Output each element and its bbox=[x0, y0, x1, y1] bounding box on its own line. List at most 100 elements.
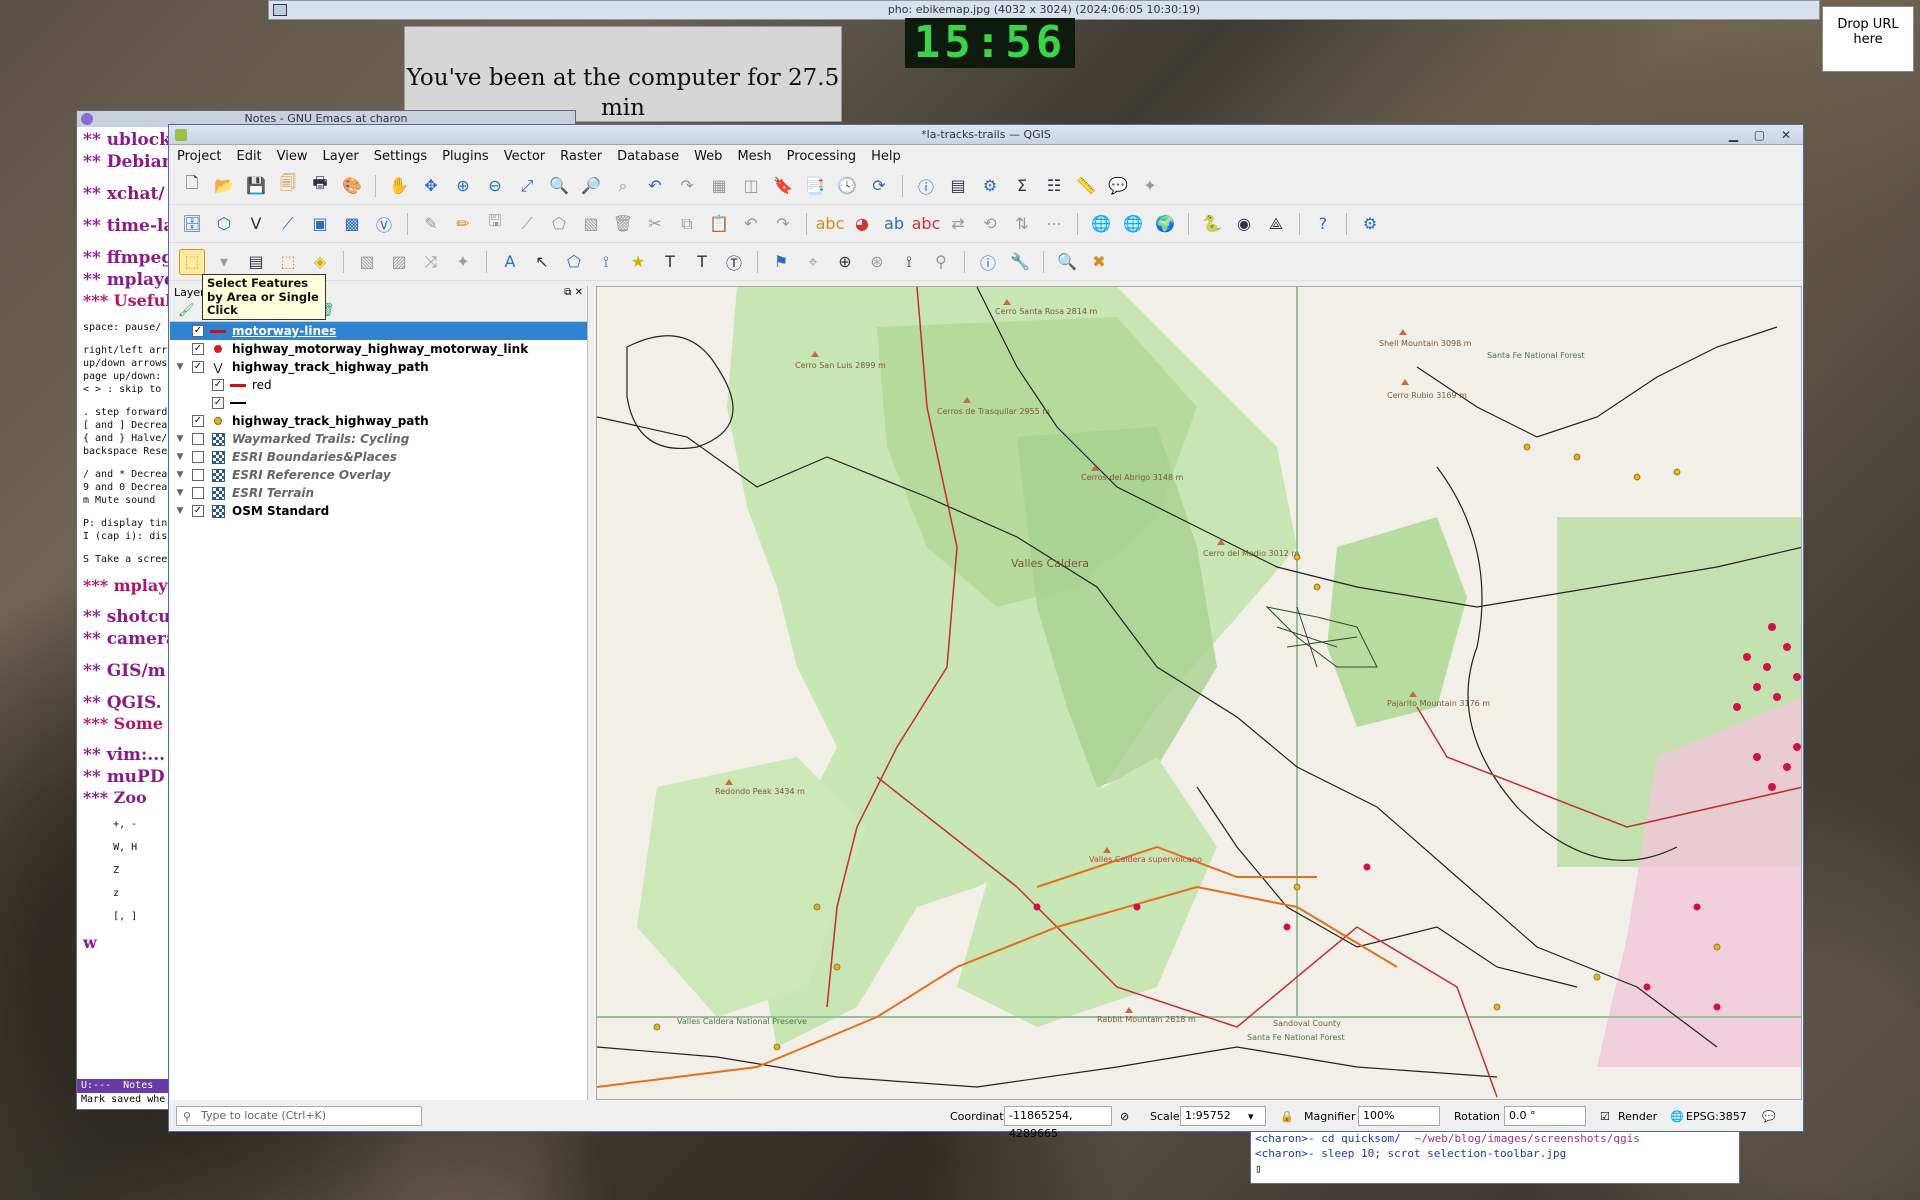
layer-visibility-checkbox[interactable]: ✓ bbox=[192, 343, 204, 355]
qgis-titlebar[interactable]: *la-tracks-trails — QGIS ▁ ▢ ✕ bbox=[169, 125, 1803, 145]
zoom-full-icon[interactable]: ⤢ bbox=[514, 173, 540, 199]
dropdown-arrow-icon[interactable]: ▾ bbox=[211, 249, 237, 275]
save-project-icon[interactable]: 💾 bbox=[243, 173, 269, 199]
toolbox-icon[interactable]: ☷ bbox=[1041, 173, 1067, 199]
zoom-native-icon[interactable]: ⌕ bbox=[610, 173, 636, 199]
annotation-marker-icon[interactable]: ★ bbox=[625, 249, 651, 275]
annotation-text-icon[interactable]: A bbox=[497, 249, 523, 275]
open-project-icon[interactable]: 📂 bbox=[211, 173, 237, 199]
layer-row[interactable]: ▼ ✓ ⋁ highway_track_highway_path bbox=[170, 358, 587, 376]
map-tips-icon[interactable]: 💬 bbox=[1105, 173, 1131, 199]
menu-mesh[interactable]: Mesh bbox=[737, 149, 771, 164]
earth-icon[interactable]: ◉ bbox=[1231, 211, 1257, 237]
deselect-icon[interactable]: ◈ bbox=[307, 249, 333, 275]
menu-edit[interactable]: Edit bbox=[236, 149, 261, 164]
annotation-line-icon[interactable]: ⟟ bbox=[593, 249, 619, 275]
add-vector-layer-icon[interactable]: ⬡ bbox=[211, 211, 237, 237]
select-by-expression-icon[interactable]: ⬚ bbox=[275, 249, 301, 275]
menu-help[interactable]: Help bbox=[871, 149, 901, 164]
copy-icon[interactable]: ⧉ bbox=[674, 211, 700, 237]
undo-icon[interactable]: ↶ bbox=[738, 211, 764, 237]
redo-icon[interactable]: ↷ bbox=[770, 211, 796, 237]
wcs-icon[interactable]: 🌍 bbox=[1152, 211, 1178, 237]
map-tip-icon[interactable]: ⚑ bbox=[768, 249, 794, 275]
layer-visibility-checkbox[interactable] bbox=[192, 433, 204, 445]
tracing-icon[interactable]: ⊛ bbox=[864, 249, 890, 275]
menu-view[interactable]: View bbox=[277, 149, 308, 164]
render-checkbox[interactable]: ☑ bbox=[1600, 1110, 1610, 1123]
layer-row[interactable]: ▼ ESRI Boundaries&Places bbox=[170, 448, 587, 466]
layer-row[interactable]: ✓ bbox=[170, 394, 587, 412]
new-map-view-icon[interactable]: ▦ bbox=[706, 173, 732, 199]
layer-visibility-checkbox[interactable] bbox=[192, 451, 204, 463]
layer-row[interactable]: ▼ ESRI Reference Overlay bbox=[170, 466, 587, 484]
layer-row[interactable]: ✓ motorway-lines bbox=[170, 322, 587, 340]
wrench-icon[interactable]: 🔧 bbox=[1007, 249, 1033, 275]
map-canvas[interactable]: Cerro Santa Rosa 2814 m Cerro San Luis 28… bbox=[596, 286, 1802, 1100]
rotate-label-icon[interactable]: ⟲ bbox=[977, 211, 1003, 237]
wms-globe-icon[interactable]: 🌐 bbox=[1088, 211, 1114, 237]
advanced-digitize-icon[interactable]: ▧ bbox=[354, 249, 380, 275]
expand-toggle-icon[interactable]: ▼ bbox=[174, 488, 186, 498]
menu-database[interactable]: Database bbox=[617, 149, 679, 164]
style-manager-icon[interactable]: 🎨 bbox=[339, 173, 365, 199]
snapping-icon[interactable]: ⊕ bbox=[832, 249, 858, 275]
change-label-icon[interactable]: ⇅ bbox=[1009, 211, 1035, 237]
digitize-icon[interactable]: ⟋ bbox=[514, 211, 540, 237]
cut-icon[interactable]: ✂ bbox=[642, 211, 668, 237]
add-delimited-text-icon[interactable]: ▣ bbox=[307, 211, 333, 237]
terminal-window[interactable]: <charon>- cd quicksom/ ~/web/blog/images/… bbox=[1250, 1128, 1740, 1184]
show-bookmarks-icon[interactable]: 📑 bbox=[802, 173, 828, 199]
add-virtual-layer-icon[interactable]: Ⓥ bbox=[371, 211, 397, 237]
drop-url-target[interactable]: Drop URL here bbox=[1822, 6, 1914, 72]
layer-visibility-checkbox[interactable]: ✓ bbox=[192, 361, 204, 373]
shape-digitize-icon[interactable]: ⟟ bbox=[896, 249, 922, 275]
zoom-to-native-icon[interactable]: 🔍 bbox=[1054, 249, 1080, 275]
modify-attributes-icon[interactable]: ▧ bbox=[578, 211, 604, 237]
diagram-icon[interactable]: ◕ bbox=[849, 211, 875, 237]
magnifier-field[interactable]: 100% bbox=[1358, 1106, 1440, 1126]
coordinate-field[interactable]: -11865254, 4289665 bbox=[1004, 1106, 1112, 1140]
style-brush-icon[interactable]: 🖌 bbox=[178, 303, 195, 318]
zoom-out-icon[interactable]: ⊖ bbox=[482, 173, 508, 199]
menu-project[interactable]: Project bbox=[177, 149, 221, 164]
info-icon[interactable]: ⓘ bbox=[975, 249, 1001, 275]
expand-toggle-icon[interactable]: ▼ bbox=[174, 362, 186, 372]
window-controls[interactable]: ▁ ▢ ✕ bbox=[1729, 125, 1797, 145]
move-label-icon[interactable]: ⇄ bbox=[945, 211, 971, 237]
add-mesh-icon[interactable]: ⟋ bbox=[275, 211, 301, 237]
zoom-next-icon[interactable]: ↷ bbox=[674, 173, 700, 199]
pencil-icon[interactable]: ✏ bbox=[450, 211, 476, 237]
menu-plugins[interactable]: Plugins bbox=[442, 149, 489, 164]
python-console-icon[interactable]: 🐍 bbox=[1199, 211, 1225, 237]
layer-visibility-checkbox[interactable]: ✓ bbox=[192, 415, 204, 427]
pan-icon[interactable]: ✋ bbox=[386, 173, 412, 199]
help-icon[interactable]: ? bbox=[1310, 211, 1336, 237]
layer-visibility-checkbox[interactable]: ✓ bbox=[192, 325, 204, 337]
layer-row[interactable]: ▼ ✓ OSM Standard bbox=[170, 502, 587, 520]
crs-globe-icon[interactable]: 🌐 bbox=[1670, 1110, 1684, 1123]
wfs-globe-icon[interactable]: 🌐 bbox=[1120, 211, 1146, 237]
locator-input[interactable]: ⚲ Type to locate (Ctrl+K) bbox=[176, 1106, 422, 1126]
expand-toggle-icon[interactable]: ▼ bbox=[174, 470, 186, 480]
select-by-value-icon[interactable]: ▤ bbox=[243, 249, 269, 275]
annotation-select-icon[interactable]: ↖ bbox=[529, 249, 555, 275]
rotation-field[interactable]: 0.0 ° bbox=[1504, 1106, 1586, 1126]
layer-visibility-checkbox[interactable] bbox=[192, 487, 204, 499]
crs-button[interactable]: EPSG:3857 bbox=[1686, 1110, 1747, 1123]
expand-toggle-icon[interactable]: ▼ bbox=[174, 506, 186, 516]
zoom-layer-icon[interactable]: 🔎 bbox=[578, 173, 604, 199]
menu-raster[interactable]: Raster bbox=[560, 149, 602, 164]
select-features-icon[interactable]: ⬚ bbox=[179, 248, 205, 275]
settings-gear-icon[interactable]: ⚙ bbox=[977, 173, 1003, 199]
annotation-line-text-icon[interactable]: T bbox=[689, 249, 715, 275]
label-pin-icon[interactable]: ab bbox=[881, 211, 907, 237]
annotation-polygon-icon[interactable]: ⬠ bbox=[561, 249, 587, 275]
label-properties-icon[interactable]: ⋯ bbox=[1041, 211, 1067, 237]
zoom-last-icon[interactable]: ↶ bbox=[642, 173, 668, 199]
add-raster-icon[interactable]: V bbox=[243, 211, 269, 237]
menu-processing[interactable]: Processing bbox=[787, 149, 856, 164]
feature-action-icon[interactable]: ⚲ bbox=[928, 249, 954, 275]
chevron-down-icon[interactable]: ▾ bbox=[1248, 1110, 1254, 1123]
locator-icon[interactable]: ✦ bbox=[1137, 173, 1163, 199]
